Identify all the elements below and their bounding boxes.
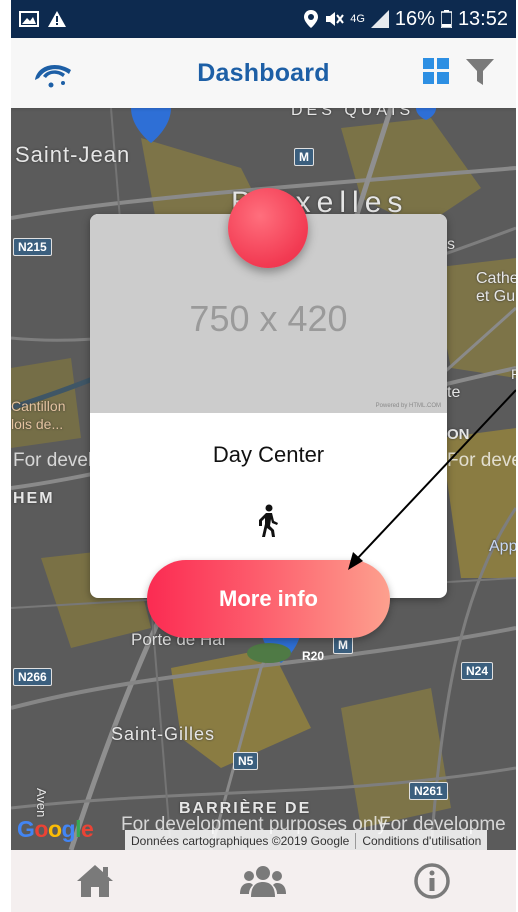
dev-watermark-right: For developme bbox=[447, 450, 516, 471]
metro-icon: M bbox=[294, 148, 314, 166]
road-shield: N261 bbox=[409, 782, 448, 800]
map-label-hem: HEM bbox=[13, 490, 55, 507]
image-placeholder-text: 750 x 420 bbox=[189, 297, 348, 339]
status-bar: 4G 16% 13:52 bbox=[11, 0, 516, 38]
powered-by: Powered by HTML.COM bbox=[375, 403, 441, 409]
nav-home-button[interactable] bbox=[65, 856, 125, 906]
nav-group-button[interactable] bbox=[233, 856, 293, 906]
map-label-te: te bbox=[447, 384, 461, 401]
map-label-cantillon: Cantillon bbox=[11, 398, 66, 414]
battery-icon bbox=[440, 10, 452, 28]
screen: 4G 16% 13:52 Dashboard Saint-Jean Bruxel… bbox=[11, 0, 516, 912]
map-label-app: App bbox=[489, 538, 516, 555]
road-shield: R20 bbox=[302, 649, 325, 663]
map-label-aven: Aven bbox=[34, 788, 49, 818]
place-marker-dot bbox=[228, 188, 308, 268]
place-card: 750 x 420 Powered by HTML.COM Day Center bbox=[90, 188, 447, 598]
mute-icon bbox=[326, 12, 345, 26]
signal-icon bbox=[370, 10, 389, 28]
place-title: Day Center bbox=[212, 442, 325, 467]
grid-view-icon[interactable] bbox=[423, 58, 449, 84]
map-label-saint-gilles: Saint-Gilles bbox=[111, 724, 216, 744]
image-notification-icon bbox=[19, 11, 39, 27]
battery-percent: 16% bbox=[394, 7, 435, 30]
map-attribution: Données cartographiques ©2019 Google Con… bbox=[125, 830, 488, 850]
map-label-saint-jean: Saint-Jean bbox=[15, 142, 131, 167]
bottom-nav bbox=[11, 850, 516, 912]
page-title: Dashboard bbox=[197, 58, 330, 87]
walking-person-icon bbox=[259, 504, 278, 537]
more-info-label: More info bbox=[219, 586, 318, 611]
app-bar: Dashboard bbox=[11, 38, 516, 108]
filter-icon[interactable] bbox=[466, 59, 494, 85]
road-shield: N215 bbox=[13, 238, 52, 256]
location-icon bbox=[304, 10, 319, 28]
clock: 13:52 bbox=[457, 7, 508, 30]
map-label-des-quais: DES QUAIS bbox=[291, 108, 415, 119]
warning-icon bbox=[48, 11, 66, 27]
road-shield: N266 bbox=[13, 668, 52, 686]
road-shield: N5 bbox=[233, 752, 259, 770]
road-shield: N24 bbox=[461, 662, 494, 680]
home-icon bbox=[77, 865, 114, 897]
map-label-lois-de: lois de... bbox=[11, 416, 64, 432]
info-icon bbox=[414, 863, 450, 899]
metro-icon: M bbox=[333, 636, 353, 654]
group-icon bbox=[240, 866, 287, 897]
map-label-r: R bbox=[511, 366, 516, 382]
more-info-button[interactable]: More info bbox=[147, 560, 390, 638]
attribution-data: Données cartographiques ©2019 Google bbox=[131, 834, 350, 848]
map-label-s: s bbox=[447, 236, 455, 253]
terms-link[interactable]: Conditions d'utilisation bbox=[356, 834, 487, 848]
map-label-cathe: Cathe bbox=[476, 270, 516, 287]
nav-info-button[interactable] bbox=[402, 856, 462, 906]
network-type: 4G bbox=[350, 13, 365, 25]
google-logo: Google bbox=[17, 816, 94, 842]
map-label-on: ON bbox=[447, 426, 470, 443]
umbrella-logo-icon[interactable] bbox=[33, 58, 75, 90]
map-label-et-gu: et Gu bbox=[476, 288, 516, 305]
